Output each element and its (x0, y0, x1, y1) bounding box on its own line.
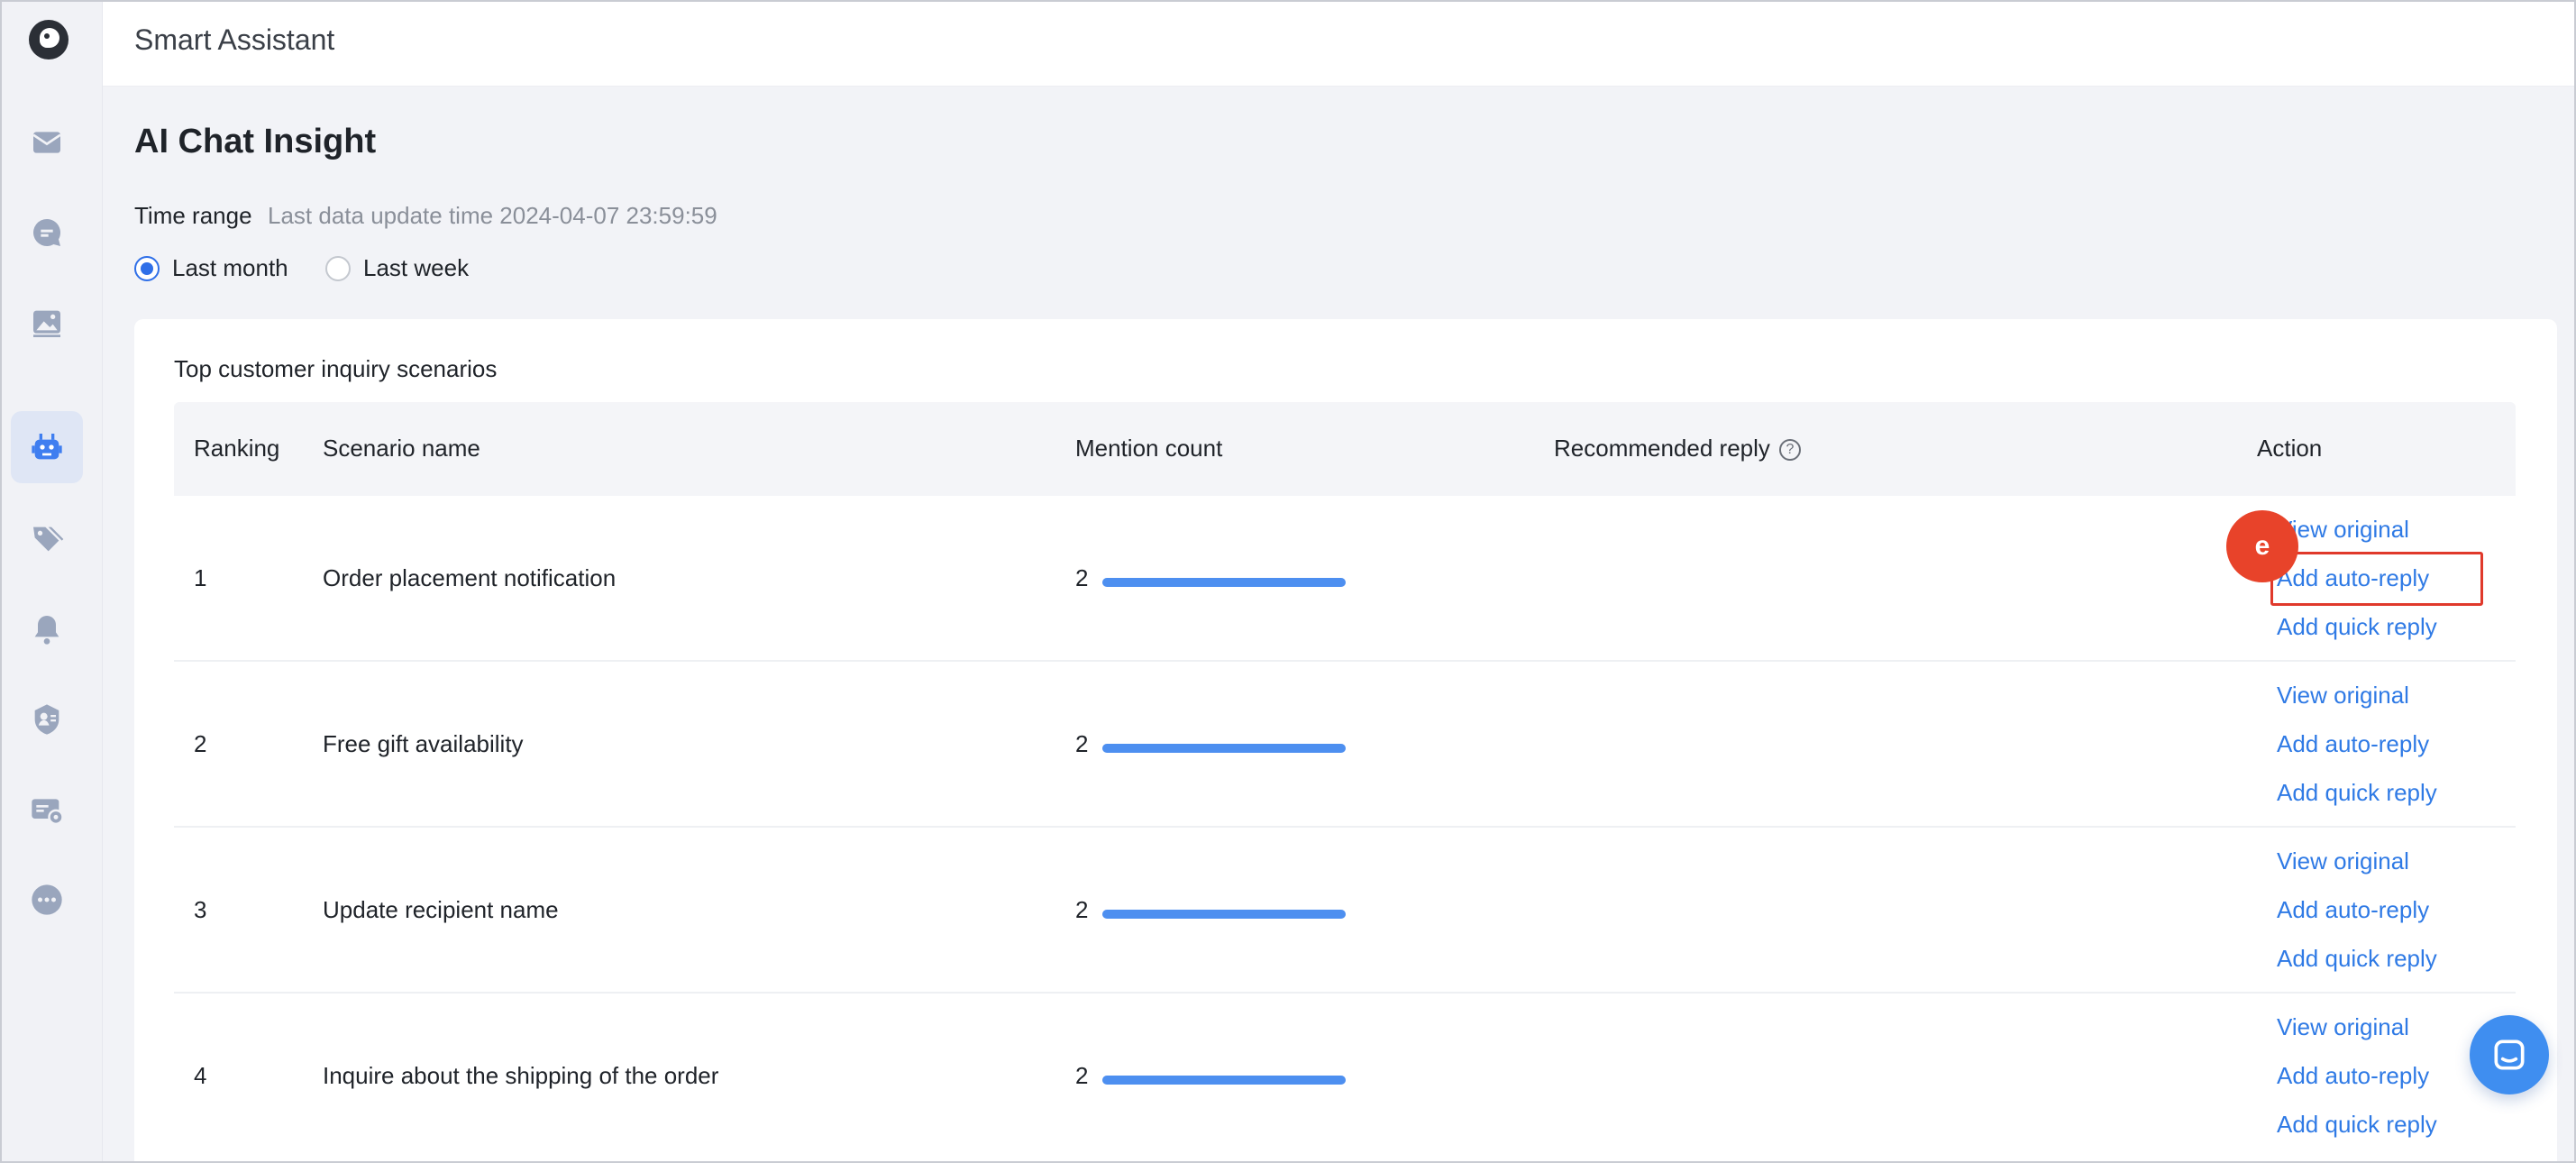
mention-bar-fill (1102, 744, 1346, 753)
app-title: Smart Assistant (134, 23, 335, 56)
col-ranking: Ranking (194, 435, 280, 462)
section-title: Top customer inquiry scenarios (174, 355, 498, 382)
view-original-link[interactable]: View original (2277, 847, 2409, 875)
chat-bubble-icon[interactable] (11, 197, 83, 269)
app-window: Smart Assistant AI Chat Insight Time ran… (0, 0, 2576, 1163)
add-quick-reply-link[interactable]: Add quick reply (2277, 613, 2437, 641)
view-original-link[interactable]: View original (2277, 682, 2409, 710)
sidebar (2, 2, 103, 1161)
support-chat-button[interactable] (2470, 1015, 2549, 1094)
add-quick-reply-link[interactable]: Add quick reply (2277, 945, 2437, 973)
mail-icon[interactable] (11, 106, 83, 179)
col-recommended-reply: Recommended reply? (1554, 435, 1801, 462)
radio-last-week[interactable]: Last week (325, 254, 469, 282)
time-range-label: Time range (134, 202, 252, 229)
scenario-cell: Inquire about the shipping of the order (323, 1062, 719, 1089)
user-shield-icon[interactable] (11, 683, 83, 755)
table-row: 1 Order placement notification 2 View or… (174, 496, 2516, 662)
table-header: Ranking Scenario name Mention count Reco… (174, 402, 2516, 496)
bell-icon[interactable] (11, 593, 83, 665)
page-title: AI Chat Insight (134, 123, 377, 160)
table-row: 4 Inquire about the shipping of the orde… (174, 994, 2516, 1159)
scenario-cell: Update recipient name (323, 896, 559, 923)
rank-cell: 4 (194, 1062, 207, 1089)
mention-bar (1102, 910, 1346, 919)
add-auto-reply-link[interactable]: Add auto-reply (2277, 730, 2429, 758)
mention-bar (1102, 1076, 1346, 1085)
table-row: 2 Free gift availability 2 View original… (174, 662, 2516, 828)
radio-label: Last month (172, 254, 288, 281)
help-icon[interactable]: ? (1778, 439, 1801, 462)
rank-cell: 3 (194, 896, 207, 923)
scenarios-card: Top customer inquiry scenarios Ranking S… (134, 319, 2557, 1161)
more-icon[interactable] (11, 864, 83, 936)
count-cell: 2 (1075, 564, 1089, 591)
col-scenario-name: Scenario name (323, 435, 480, 462)
mention-bar-fill (1102, 1076, 1346, 1085)
robot-icon[interactable] (11, 411, 83, 483)
mention-bar (1102, 744, 1346, 753)
step-marker: e (2226, 510, 2298, 582)
col-recommended-reply-label: Recommended reply (1554, 435, 1770, 462)
radio-dot[interactable] (134, 255, 160, 281)
col-mention-count: Mention count (1075, 435, 1223, 462)
col-action: Action (2257, 435, 2323, 462)
view-original-link[interactable]: View original (2277, 1013, 2409, 1041)
count-cell: 2 (1075, 1062, 1089, 1089)
scenario-cell: Free gift availability (323, 730, 524, 757)
radio-last-month[interactable]: Last month (134, 254, 288, 282)
count-cell: 2 (1075, 730, 1089, 757)
mention-bar-fill (1102, 910, 1346, 919)
radio-label: Last week (363, 254, 470, 281)
add-quick-reply-link[interactable]: Add quick reply (2277, 779, 2437, 807)
tag-icon[interactable] (11, 503, 83, 575)
table-row: 3 Update recipient name 2 View original … (174, 828, 2516, 994)
highlight-box (2270, 552, 2483, 606)
rank-cell: 2 (194, 730, 207, 757)
app-logo[interactable] (29, 20, 69, 60)
add-auto-reply-link[interactable]: Add auto-reply (2277, 1062, 2429, 1090)
add-quick-reply-link[interactable]: Add quick reply (2277, 1111, 2437, 1139)
image-icon[interactable] (11, 287, 83, 359)
radio-dot[interactable] (325, 255, 351, 281)
card-settings-icon[interactable] (11, 774, 83, 846)
last-update-text: Last data update time 2024-04-07 23:59:5… (268, 202, 717, 229)
add-auto-reply-link[interactable]: Add auto-reply (2277, 896, 2429, 924)
scenario-cell: Order placement notification (323, 564, 617, 591)
top-bar: Smart Assistant (103, 2, 2574, 87)
mention-bar (1102, 578, 1346, 587)
chat-icon (2494, 1039, 2525, 1070)
count-cell: 2 (1075, 896, 1089, 923)
rank-cell: 1 (194, 564, 207, 591)
mention-bar-fill (1102, 578, 1346, 587)
